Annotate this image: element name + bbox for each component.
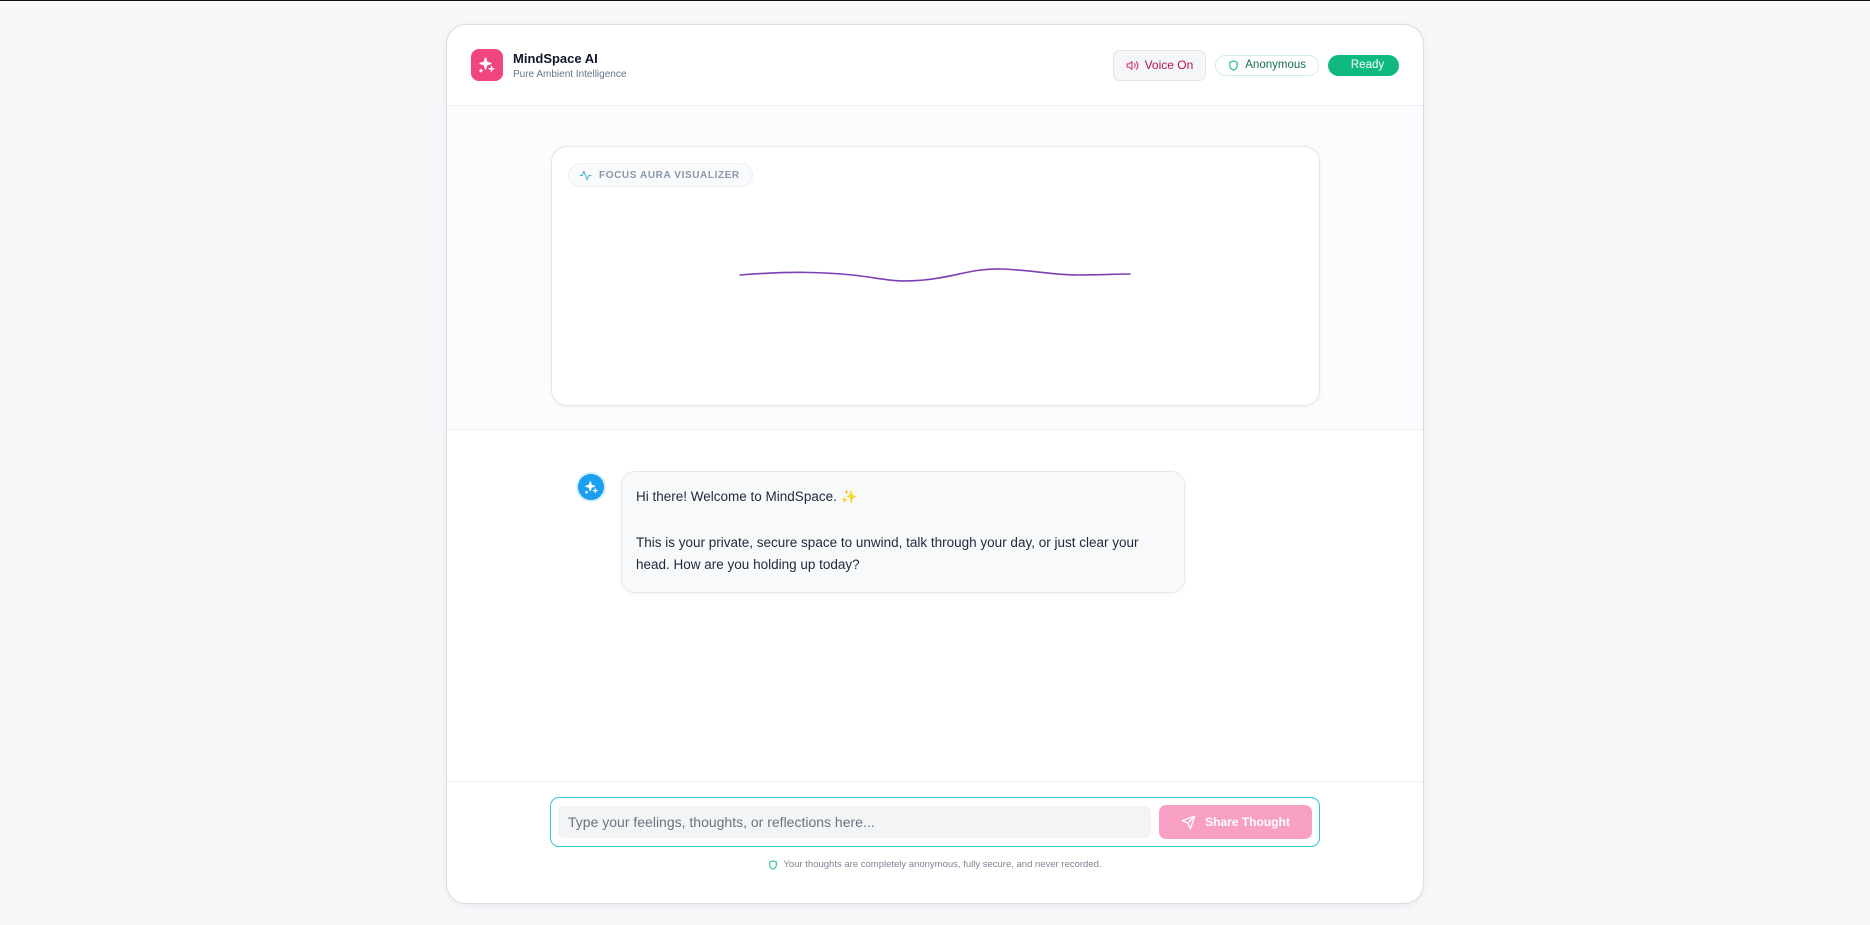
header: MindSpace AI Pure Ambient Intelligence V… xyxy=(447,25,1423,106)
app-title: MindSpace AI xyxy=(513,50,598,66)
app-subtitle: Pure Ambient Intelligence xyxy=(513,68,627,80)
chat-area: Hi there! Welcome to MindSpace. ✨ This i… xyxy=(447,430,1423,782)
message-line: This is your private, secure space to un… xyxy=(636,535,1139,572)
send-icon xyxy=(1181,815,1196,829)
shield-icon xyxy=(1229,59,1238,71)
header-controls: Voice On Anonymous Ready xyxy=(1112,49,1399,81)
shield-icon xyxy=(769,859,778,870)
aura-wave xyxy=(739,268,1131,282)
brand: MindSpace AI Pure Ambient Intelligence xyxy=(471,49,626,81)
share-thought-label: Share Thought xyxy=(1205,815,1290,829)
message-input[interactable] xyxy=(558,806,1151,838)
composer-section: Share Thought Your thoughts are complete… xyxy=(447,782,1423,903)
status-badge: Ready xyxy=(1328,54,1399,76)
assistant-message: Hi there! Welcome to MindSpace. ✨ This i… xyxy=(621,471,1185,593)
message-line: Hi there! Welcome to MindSpace. ✨ xyxy=(636,489,858,504)
app-window: MindSpace AI Pure Ambient Intelligence V… xyxy=(446,24,1424,904)
composer: Share Thought xyxy=(550,797,1320,847)
share-thought-button[interactable]: Share Thought xyxy=(1159,805,1312,839)
brand-text: MindSpace AI Pure Ambient Intelligence xyxy=(513,51,626,80)
privacy-note: Your thoughts are completely anonymous, … xyxy=(447,859,1423,870)
sparkles-icon xyxy=(584,480,598,494)
sparkles-icon xyxy=(471,49,503,81)
anonymous-badge: Anonymous xyxy=(1215,54,1319,76)
visualizer-section: FOCUS AURA VISUALIZER xyxy=(447,106,1423,430)
speaker-icon xyxy=(1126,60,1138,70)
voice-label: Voice On xyxy=(1144,58,1194,72)
visualizer-card: FOCUS AURA VISUALIZER xyxy=(551,146,1320,406)
anonymous-label: Anonymous xyxy=(1245,59,1306,71)
assistant-avatar xyxy=(576,472,606,502)
privacy-note-text: Your thoughts are completely anonymous, … xyxy=(783,859,1102,870)
voice-toggle-button[interactable]: Voice On xyxy=(1112,49,1207,81)
